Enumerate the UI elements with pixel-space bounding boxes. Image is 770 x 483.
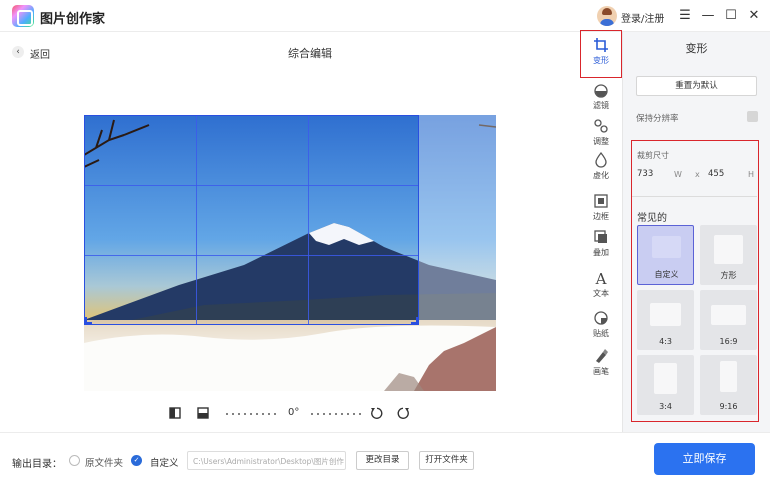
crop-icon (594, 38, 608, 52)
change-directory-button[interactable]: 更改目录 (356, 451, 409, 470)
preset-shape (720, 361, 737, 392)
user-avatar-icon[interactable] (597, 6, 617, 26)
svg-text:A: A (595, 270, 607, 286)
crop-size-section: 裁剪尺寸 733 W x 455 H 常见的 自定义 方形 4:3 16:9 3… (631, 140, 759, 422)
height-unit: H (748, 170, 755, 179)
page-title: 综合编辑 (288, 47, 332, 60)
close-button[interactable]: ✕ (745, 7, 763, 25)
editor-topbar: ‹ 返回 综合编辑 (0, 32, 622, 72)
crop-grid-line (196, 116, 197, 324)
tool-brush[interactable]: 画笔 (582, 342, 620, 390)
blur-icon (595, 152, 607, 168)
save-now-button[interactable]: 立即保存 (654, 443, 755, 475)
preset-custom[interactable]: 自定义 (637, 225, 694, 285)
rotate-right-icon[interactable] (397, 406, 411, 420)
title-bar: 图片创作家 登录/注册 ☰ — ☐ ✕ (0, 0, 770, 32)
tool-label: 文本 (593, 289, 609, 298)
output-directory-label: 输出目录： (12, 459, 62, 470)
preset-4-3[interactable]: 4:3 (637, 290, 694, 350)
times-sign: x (695, 170, 700, 179)
adjust-icon (594, 119, 608, 133)
rotate-left-icon[interactable] (369, 406, 383, 420)
preset-shape (650, 303, 681, 326)
section-divider (632, 196, 757, 197)
preset-label: 方形 (720, 271, 737, 280)
overlay-icon (594, 230, 607, 243)
original-folder-label[interactable]: 原文件夹 (85, 455, 123, 469)
keep-resolution-checkbox[interactable] (747, 111, 758, 122)
filter-icon (594, 84, 608, 98)
properties-panel: 变形 重置为默认 保持分辨率 裁剪尺寸 733 W x 455 H 常见的 自定… (623, 32, 770, 432)
preset-shape (714, 235, 743, 264)
common-presets-label: 常见的 (637, 213, 667, 224)
preset-square[interactable]: 方形 (700, 225, 757, 285)
crop-size-label: 裁剪尺寸 (637, 151, 669, 160)
preset-shape (654, 363, 677, 394)
keep-resolution-label: 保持分辨率 (636, 114, 679, 124)
app-logo-icon (12, 5, 34, 27)
preset-shape (652, 236, 681, 258)
crop-frame[interactable] (84, 115, 419, 325)
preset-label: 3:4 (659, 402, 672, 411)
tool-label: 虚化 (593, 171, 609, 180)
rotate-slider-left[interactable] (224, 413, 279, 415)
preset-label: 16:9 (719, 337, 738, 346)
preset-label: 4:3 (659, 337, 672, 346)
output-path-field[interactable]: C:\Users\Administrator\Desktop\图片创作 (187, 451, 346, 470)
preset-9-16[interactable]: 9:16 (700, 355, 757, 415)
crop-grid-line (308, 116, 309, 324)
flip-vertical-icon[interactable] (196, 406, 210, 420)
image-canvas[interactable] (84, 115, 496, 391)
preset-shape (711, 305, 746, 325)
rotate-slider-right[interactable] (309, 413, 364, 415)
tool-label: 变形 (593, 56, 609, 65)
preset-label: 9:16 (719, 402, 738, 411)
crop-outside-overlay (84, 325, 419, 391)
width-unit: W (674, 170, 682, 179)
minimize-button[interactable]: — (699, 7, 717, 25)
back-arrow-icon[interactable]: ‹ (12, 46, 24, 58)
custom-folder-label[interactable]: 自定义 (150, 455, 179, 469)
flip-horizontal-icon[interactable] (168, 406, 182, 420)
sticker-icon (594, 311, 608, 325)
brush-icon (596, 349, 608, 363)
preset-label: 自定义 (654, 270, 679, 279)
tool-crop[interactable]: 变形 (580, 30, 622, 78)
preset-3-4[interactable]: 3:4 (637, 355, 694, 415)
text-icon: A (595, 270, 607, 286)
crop-height-input[interactable]: 455 (708, 169, 724, 179)
output-bar: 输出目录： 原文件夹 ✓ 自定义 C:\Users\Administrator\… (0, 432, 770, 483)
maximize-button[interactable]: ☐ (722, 7, 740, 25)
original-folder-radio[interactable] (69, 455, 80, 466)
custom-folder-radio[interactable]: ✓ (131, 455, 142, 466)
reset-default-button[interactable]: 重置为默认 (636, 76, 757, 96)
crop-handle-bottom-left[interactable] (84, 317, 92, 325)
panel-title: 变形 (685, 42, 708, 55)
crop-outside-overlay (419, 115, 496, 391)
app-title: 图片创作家 (40, 12, 106, 27)
tool-label: 滤镜 (593, 101, 609, 110)
open-folder-button[interactable]: 打开文件夹 (419, 451, 474, 470)
tool-label: 贴纸 (593, 329, 609, 338)
transform-tools: 0° (166, 404, 416, 424)
back-button[interactable]: 返回 (30, 46, 50, 61)
rotation-angle: 0° (288, 407, 300, 418)
frame-icon (594, 194, 608, 208)
crop-handle-bottom-right[interactable] (411, 317, 419, 325)
tool-label: 叠加 (593, 248, 609, 257)
crop-width-input[interactable]: 733 (637, 169, 653, 179)
login-link[interactable]: 登录/注册 (621, 10, 664, 25)
tool-sidebar: 变形 滤镜 调整 虚化 边框 叠加 A 文本 贴纸 画笔 (580, 30, 622, 432)
tool-label: 画笔 (593, 367, 609, 376)
tool-label: 边框 (593, 212, 609, 221)
preset-16-9[interactable]: 16:9 (700, 290, 757, 350)
crop-grid-line (85, 255, 418, 256)
crop-grid-line (85, 185, 418, 186)
menu-icon[interactable]: ☰ (676, 7, 694, 25)
